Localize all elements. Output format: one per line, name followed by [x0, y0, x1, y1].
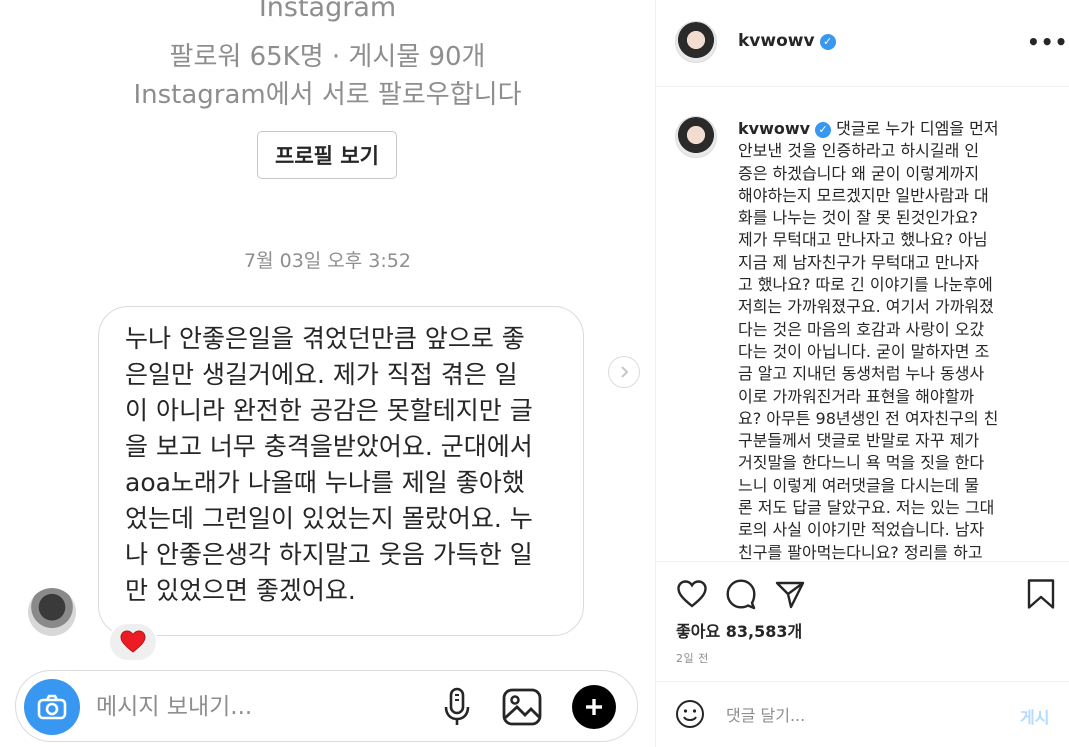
- bookmark-icon: [1027, 579, 1055, 609]
- mutual-follow-note: Instagram에서 서로 팔로우합니다: [133, 80, 522, 110]
- message-line: 이 아니라 완전한 공감은 못할테지만 글: [125, 396, 533, 425]
- heart-reaction-icon: [120, 630, 146, 653]
- microphone-icon: [444, 687, 470, 725]
- likes-count[interactable]: 좋아요 83,583개: [676, 618, 802, 642]
- heart-icon: [677, 580, 707, 608]
- caption-line: 금 알고 지내던 동생처럼 누나 동생사: [738, 364, 985, 384]
- message-timestamp: 7월 03일 오후 3:52: [244, 250, 411, 272]
- emoji-button[interactable]: [675, 699, 705, 729]
- message-composer: [15, 670, 638, 742]
- emoji-icon: [676, 700, 704, 728]
- chevron-right-icon[interactable]: [608, 356, 640, 388]
- heart-reaction[interactable]: [108, 622, 158, 662]
- comment-input[interactable]: [726, 701, 986, 729]
- message-line: aoa노래가 나올때 누나를 제일 좋아했: [125, 468, 525, 497]
- dm-thread-panel: Instagram 팔로워 65K명 · 게시물 90개 Instagram에서…: [0, 0, 655, 747]
- message-line: 었는데 그런일이 있었는지 몰랐어요. 누: [125, 504, 533, 533]
- more-options-button[interactable]: •••: [1027, 30, 1068, 54]
- caption-line: 친구를 팔아먹는다니요? 정리를 하고: [738, 542, 983, 562]
- caption-line: 안보낸 것을 인증하라고 하시길래 인: [738, 141, 980, 161]
- username[interactable]: kvwowv: [738, 31, 815, 51]
- message-input[interactable]: [96, 689, 396, 725]
- post-author[interactable]: kvwowv ✓: [738, 31, 836, 51]
- save-button[interactable]: [1025, 578, 1057, 610]
- caption-line-text: 댓글로 누가 디엠을 먼저: [836, 119, 999, 138]
- post-panel: kvwowv ✓ ••• kvwowv ✓ 댓글로 누가 디엠을 먼저 안보낸 것을…: [655, 0, 1069, 747]
- post-header: kvwowv ✓ •••: [656, 0, 1069, 87]
- caption-line: 다는 것은 마음의 호감과 사랑이 오갔: [738, 319, 985, 339]
- gallery-icon: [502, 688, 542, 726]
- caption-line: 고 했나요? 따로 긴 이야기를 나눈후에: [738, 275, 993, 295]
- avatar[interactable]: [675, 21, 717, 63]
- plus-button[interactable]: [572, 685, 616, 729]
- comment-icon: [726, 579, 756, 610]
- share-icon: [775, 581, 805, 609]
- caption-line: 요? 아무튼 98년생인 전 여자친구의 친: [738, 408, 999, 428]
- caption-line: 구분들께서 댓글로 반말로 자꾸 제가: [738, 431, 980, 451]
- caption-line: 거짓말을 한다느니 욕 먹을 짓을 한다: [738, 453, 985, 473]
- caption-line: 다는 것이 아닙니다. 굳이 말하자면 조: [738, 341, 990, 361]
- caption-line: 증은 하겠습니다 왜 굳이 이렇게까지: [738, 163, 980, 183]
- like-button[interactable]: [676, 578, 708, 610]
- message-bubble: 누나 안좋은일을 겪었던만큼 앞으로 좋 은일만 생길거에요. 제가 직접 겪은…: [98, 306, 584, 636]
- post-actions: [656, 574, 1069, 614]
- message-line: 나 안좋은생각 하지말고 웃음 가득한 일: [125, 540, 533, 569]
- microphone-button[interactable]: [437, 687, 477, 727]
- verified-icon: ✓: [819, 34, 836, 50]
- verified-icon: ✓: [815, 122, 832, 138]
- caption-line: kvwowv ✓ 댓글로 누가 디엠을 먼저: [738, 118, 1058, 140]
- camera-icon: [37, 694, 67, 720]
- caption-line: 해야하는지 모르겠지만 일반사람과 대: [738, 185, 989, 205]
- post-comment-button[interactable]: 게시: [1020, 704, 1049, 728]
- plus-icon: [586, 699, 602, 715]
- comment-bar: 게시: [656, 681, 1069, 747]
- gallery-button[interactable]: [502, 687, 542, 727]
- caption-area: kvwowv ✓ 댓글로 누가 디엠을 먼저 안보낸 것을 인증하라고 하시길래 …: [656, 88, 1069, 562]
- caption-line: 느니 이렇게 여러댓글을 다시는데 물: [738, 475, 980, 495]
- caption-line: 이로 가까워진거라 표현을 해야할까: [738, 386, 975, 406]
- view-profile-button[interactable]: 프로필 보기: [257, 131, 397, 179]
- message-line: 만 있었으면 좋겠어요.: [125, 576, 356, 605]
- message-line: 은일만 생길거에요. 제가 직접 겪은 일: [125, 360, 518, 389]
- message-line: 을 보고 너무 충격을받았어요. 군대에서: [125, 432, 533, 461]
- message-line: 누나 안좋은일을 겪었던만큼 앞으로 좋: [125, 324, 525, 353]
- avatar[interactable]: [675, 116, 717, 158]
- camera-button[interactable]: [24, 679, 80, 735]
- profile-stats: 팔로워 65K명 · 게시물 90개: [169, 42, 486, 72]
- dm-app-name: Instagram: [258, 0, 397, 23]
- comment-button[interactable]: [725, 578, 757, 610]
- caption-line: 론 저도 답글 달았구요. 저는 있는 그대: [738, 498, 995, 518]
- post-date[interactable]: 2일 전: [676, 650, 709, 666]
- caption-line: 로의 사실 이야기만 적었습니다. 남자: [738, 520, 985, 540]
- caption-line: 지금 제 남자친구가 무턱대고 만나자: [738, 252, 980, 272]
- caption-line: 제가 무턱대고 만나자고 했나요? 아님: [738, 230, 988, 250]
- sender-avatar[interactable]: [28, 588, 76, 636]
- caption-username[interactable]: kvwowv: [738, 119, 810, 138]
- caption-line: 화를 나누는 것이 잘 못 된것인가요?: [738, 208, 979, 228]
- share-button[interactable]: [774, 578, 806, 610]
- caption-line: 저희는 가까워졌구요. 여기서 가까워졌: [738, 297, 994, 317]
- caption-text: kvwowv ✓ 댓글로 누가 디엠을 먼저 안보낸 것을 인증하라고 하시길래 …: [738, 118, 1058, 562]
